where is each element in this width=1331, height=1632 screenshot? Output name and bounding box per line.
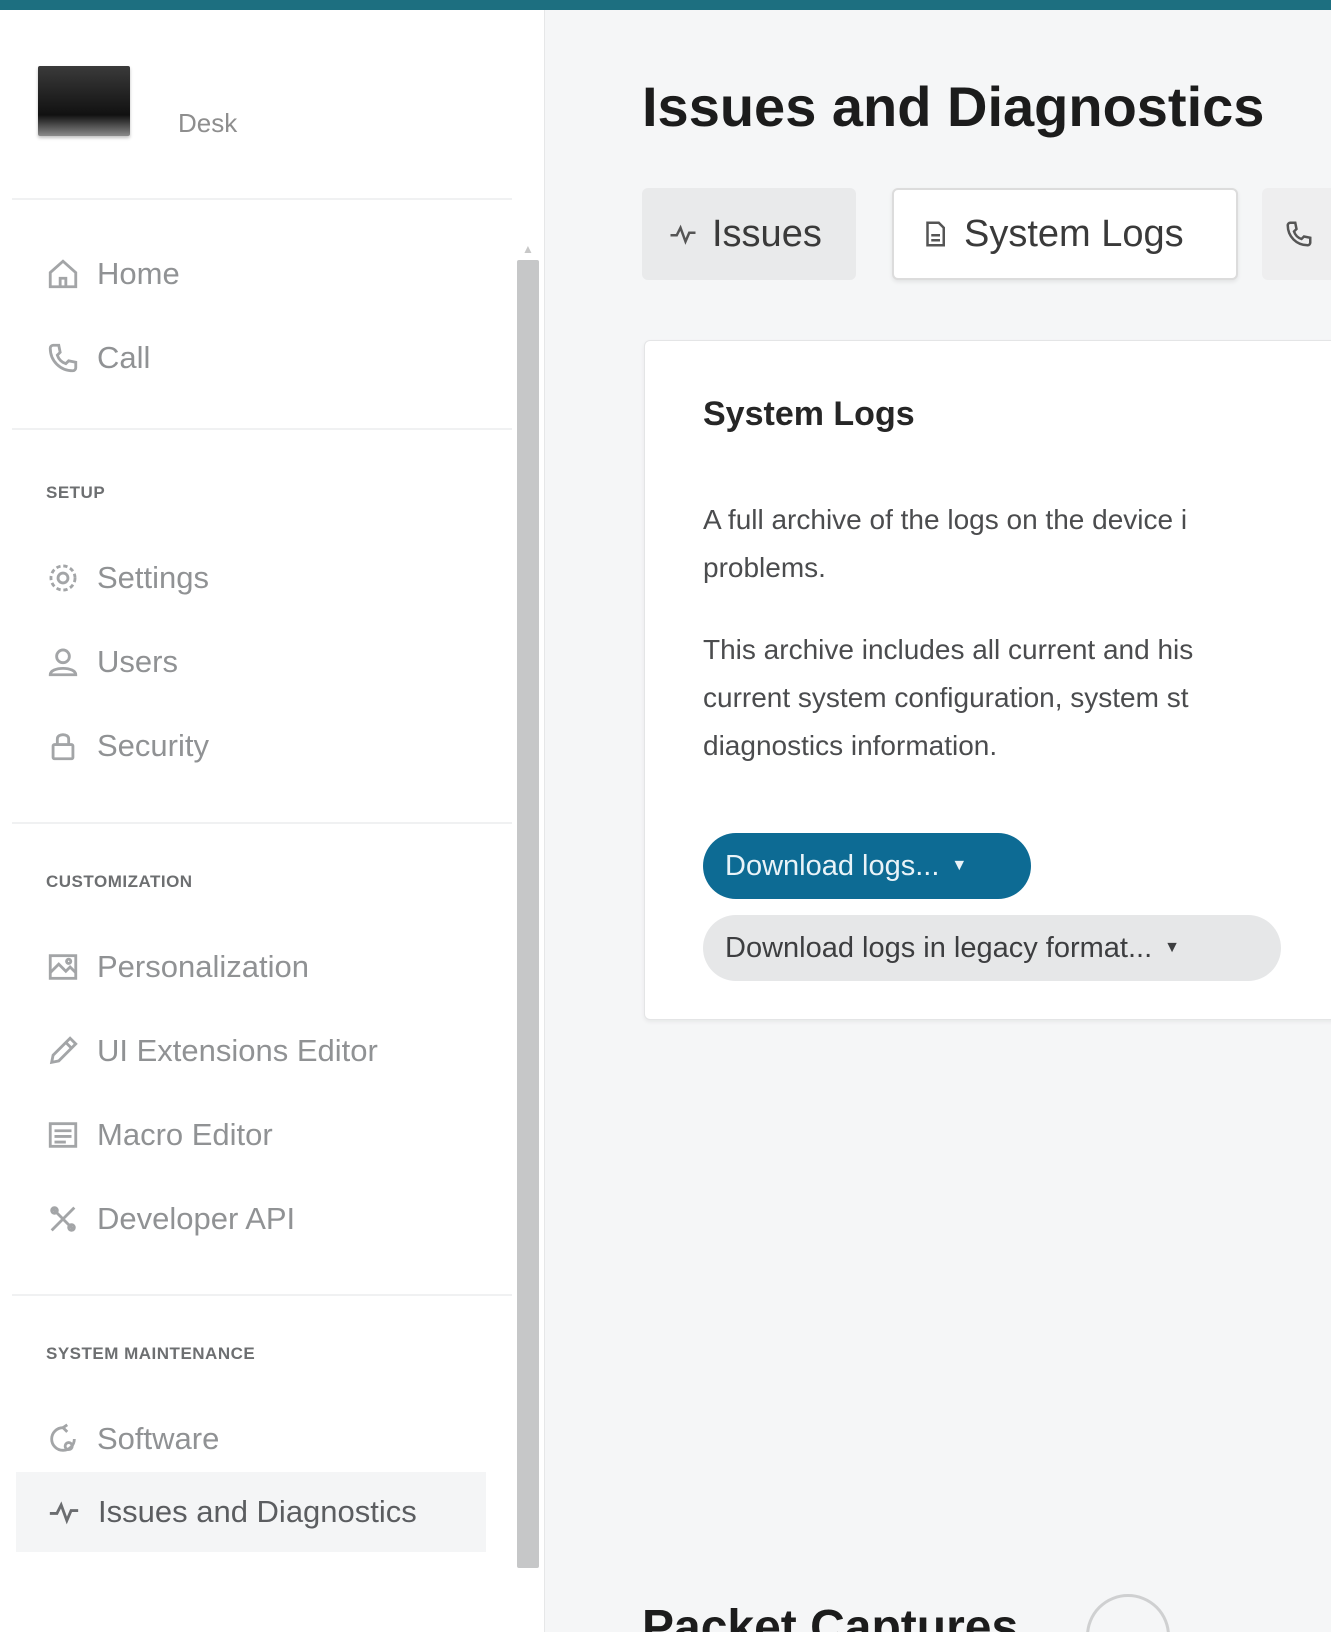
sidebar-divider	[12, 1294, 512, 1296]
tab-label: Issues	[712, 212, 822, 255]
info-circle-icon[interactable]	[1086, 1594, 1170, 1632]
gear-icon	[45, 560, 81, 596]
tab-label: System Logs	[964, 212, 1184, 255]
top-accent-bar	[0, 0, 1331, 10]
sidebar-item-personalization[interactable]: Personalization	[45, 945, 309, 989]
lock-icon	[45, 728, 81, 764]
sidebar-item-label: Issues and Diagnostics	[98, 1494, 417, 1529]
system-logs-card: System Logs A full archive of the logs o…	[644, 340, 1331, 1020]
sidebar: Desk Home Call SETUP Settings Users Secu…	[0, 10, 545, 1632]
sidebar-divider	[12, 822, 512, 824]
macro-icon	[45, 1117, 81, 1153]
button-label: Download logs in legacy format...	[725, 931, 1153, 964]
button-label: Download logs...	[725, 849, 940, 882]
scrollbar-thumb[interactable]	[517, 260, 539, 1568]
device-thumbnail	[38, 66, 130, 136]
tab-next-partial[interactable]	[1262, 188, 1331, 280]
section-heading-setup: SETUP	[46, 483, 106, 502]
sidebar-item-label: Users	[97, 644, 178, 679]
phone-settings-icon	[1286, 221, 1312, 247]
sidebar-item-software[interactable]: Software	[45, 1417, 219, 1461]
sidebar-item-issues-and-diagnostics[interactable]: Issues and Diagnostics	[16, 1472, 486, 1552]
sidebar-item-label: Software	[97, 1421, 220, 1456]
card-title: System Logs	[703, 395, 915, 433]
sidebar-item-call[interactable]: Call	[45, 336, 150, 380]
card-description-line: current system configuration, system st	[703, 682, 1189, 713]
main-content: Issues and Diagnostics Issues System Log…	[546, 10, 1331, 1632]
card-description-line: problems.	[703, 552, 826, 583]
sidebar-item-macro-editor[interactable]: Macro Editor	[45, 1113, 273, 1157]
api-icon	[45, 1201, 81, 1237]
sidebar-divider	[12, 198, 512, 200]
user-icon	[45, 644, 81, 680]
document-icon	[926, 221, 945, 247]
section-heading-customization: CUSTOMIZATION	[46, 872, 193, 891]
sidebar-item-developer-api[interactable]: Developer API	[45, 1197, 295, 1241]
download-legacy-logs-button[interactable]: Download logs in legacy format... ▼	[703, 915, 1281, 981]
sidebar-item-settings[interactable]: Settings	[45, 556, 209, 600]
card-description-line: This archive includes all current and hi…	[703, 634, 1194, 665]
sidebar-item-home[interactable]: Home	[45, 252, 180, 296]
tab-system-logs[interactable]: System Logs	[892, 188, 1238, 280]
section-heading-packet-captures: Packet Captures	[642, 1601, 1019, 1632]
caret-down-icon: ▼	[1164, 939, 1180, 956]
card-description-line: diagnostics information.	[703, 730, 998, 761]
sidebar-divider	[12, 428, 512, 430]
section-heading-system-maintenance: SYSTEM MAINTENANCE	[46, 1344, 256, 1363]
sidebar-item-label: Developer API	[97, 1201, 296, 1236]
download-logs-button[interactable]: Download logs... ▼	[703, 833, 1031, 899]
sidebar-scrollbar[interactable]: ▲	[517, 238, 539, 1568]
image-icon	[45, 949, 81, 985]
page-title: Issues and Diagnostics	[642, 75, 1265, 138]
phone-icon	[45, 340, 81, 376]
device-name: Desk	[178, 108, 238, 138]
sidebar-item-users[interactable]: Users	[45, 640, 178, 684]
sidebar-item-label: Call	[97, 340, 151, 375]
caret-down-icon: ▼	[951, 857, 968, 874]
device-header: Desk	[38, 60, 518, 160]
sidebar-item-label: Security	[97, 728, 209, 763]
pencil-icon	[45, 1033, 81, 1069]
sidebar-item-label: Personalization	[97, 949, 309, 984]
sidebar-item-label: Home	[97, 256, 180, 291]
pulse-icon	[46, 1494, 82, 1530]
pulse-icon	[670, 224, 696, 245]
sidebar-item-label: UI Extensions Editor	[97, 1033, 378, 1068]
tab-issues[interactable]: Issues	[642, 188, 856, 280]
sidebar-item-ui-extensions-editor[interactable]: UI Extensions Editor	[45, 1029, 378, 1073]
home-icon	[45, 256, 81, 292]
sidebar-item-label: Settings	[97, 560, 210, 595]
sidebar-item-security[interactable]: Security	[45, 724, 209, 768]
sidebar-item-label: Macro Editor	[97, 1117, 273, 1152]
software-icon	[45, 1421, 81, 1457]
scroll-up-arrow-icon[interactable]: ▲	[522, 242, 534, 256]
card-description-line: A full archive of the logs on the device…	[703, 504, 1188, 535]
